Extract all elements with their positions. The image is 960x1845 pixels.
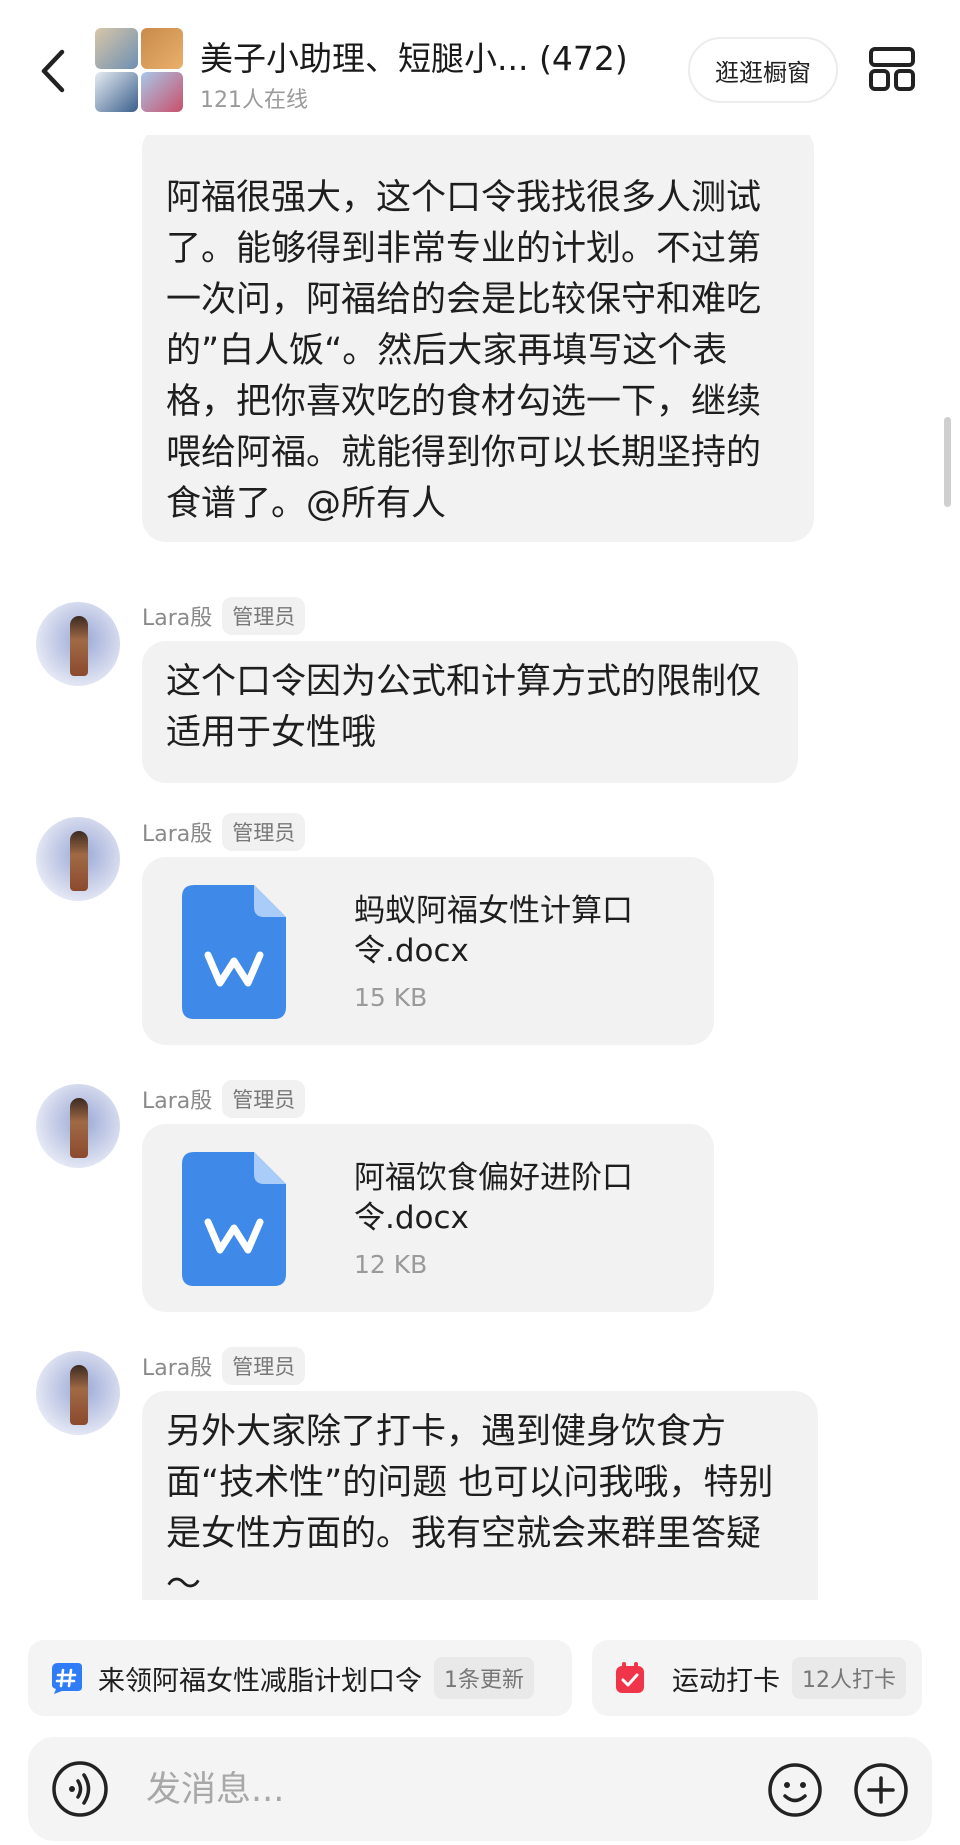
file-size: 12 KB bbox=[354, 1250, 428, 1279]
chip-label: 运动打卡 bbox=[672, 1665, 780, 1697]
layout-icon[interactable] bbox=[868, 45, 916, 93]
calendar-check-icon bbox=[616, 1662, 644, 1693]
voice-icon[interactable] bbox=[50, 1759, 110, 1819]
hashtag-icon bbox=[52, 1663, 82, 1694]
message-list[interactable]: 阿福很强大，这个口令我找很多人测试了。能够得到非常专业的计划。不过第一次问，阿福… bbox=[0, 135, 960, 1600]
file-name: 阿福饮食偏好进阶口令.docx bbox=[354, 1160, 633, 1236]
avatar[interactable] bbox=[36, 817, 120, 901]
back-icon[interactable] bbox=[36, 46, 72, 96]
message-input[interactable] bbox=[144, 1763, 648, 1817]
file-name: 蚂蚁阿福女性计算口令.docx bbox=[354, 893, 633, 969]
file-size: 15 KB bbox=[354, 983, 428, 1012]
admin-badge: 管理员 bbox=[222, 1080, 306, 1118]
checkin-chip[interactable]: 运动打卡 12人打卡 bbox=[592, 1640, 922, 1716]
sender-label: Lara殷 bbox=[142, 1356, 213, 1381]
showcase-button[interactable]: 逛逛橱窗 bbox=[688, 37, 838, 103]
word-file-icon bbox=[182, 1152, 286, 1286]
message-bubble[interactable]: 阿福很强大，这个口令我找很多人测试了。能够得到非常专业的计划。不过第一次问，阿福… bbox=[142, 135, 814, 542]
chip-tag: 1条更新 bbox=[434, 1657, 534, 1699]
message-bubble[interactable]: 另外大家除了打卡，遇到健身饮食方面“技术性”的问题 也可以问我哦，特别是女性方面… bbox=[142, 1391, 818, 1600]
plus-icon[interactable] bbox=[852, 1761, 910, 1819]
sender-label: Lara殷 bbox=[142, 822, 213, 847]
message-bubble[interactable]: 这个口令因为公式和计算方式的限制仅适用于女性哦 bbox=[142, 641, 798, 783]
input-bar bbox=[28, 1737, 932, 1841]
sender-label: Lara殷 bbox=[142, 1089, 213, 1114]
avatar[interactable] bbox=[36, 602, 120, 686]
chat-header: 美子小助理、短腿小... (472) 121人在线 逛逛橱窗 bbox=[0, 0, 960, 135]
word-file-icon bbox=[182, 885, 286, 1019]
message-text: 阿福很强大，这个口令我找很多人测试了。能够得到非常专业的计划。不过第一次问，阿福… bbox=[166, 178, 762, 524]
file-card[interactable]: 阿福饮食偏好进阶口令.docx 12 KB bbox=[142, 1124, 714, 1312]
sender-name: Lara殷 管理员 bbox=[142, 1347, 306, 1385]
sender-name: Lara殷 管理员 bbox=[142, 813, 306, 851]
topic-chip[interactable]: 来领阿福女性减脂计划口令 1条更新 bbox=[28, 1640, 572, 1716]
group-title[interactable]: 美子小助理、短腿小... (472) bbox=[200, 32, 628, 80]
avatar[interactable] bbox=[36, 1084, 120, 1168]
message-text: 另外大家除了打卡，遇到健身饮食方面“技术性”的问题 也可以问我哦，特别是女性方面… bbox=[166, 1412, 774, 1600]
admin-badge: 管理员 bbox=[222, 597, 306, 635]
sender-name: Lara殷 管理员 bbox=[142, 1080, 306, 1118]
group-avatar[interactable] bbox=[95, 28, 183, 112]
admin-badge: 管理员 bbox=[222, 1347, 306, 1385]
online-count: 121人在线 bbox=[200, 88, 308, 113]
chip-tag: 12人打卡 bbox=[792, 1657, 906, 1699]
emoji-icon[interactable] bbox=[766, 1761, 824, 1819]
sender-name: Lara殷 管理员 bbox=[142, 597, 306, 635]
admin-badge: 管理员 bbox=[222, 813, 306, 851]
file-card[interactable]: 蚂蚁阿福女性计算口令.docx 15 KB bbox=[142, 857, 714, 1045]
chip-label: 来领阿福女性减脂计划口令 bbox=[98, 1665, 422, 1697]
scrollbar[interactable] bbox=[944, 417, 951, 507]
sender-label: Lara殷 bbox=[142, 606, 213, 631]
avatar[interactable] bbox=[36, 1351, 120, 1435]
message-text: 这个口令因为公式和计算方式的限制仅适用于女性哦 bbox=[166, 662, 762, 753]
